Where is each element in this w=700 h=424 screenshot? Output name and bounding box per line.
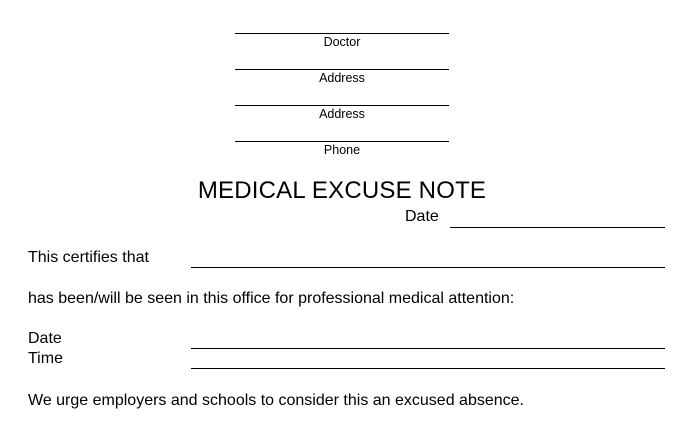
closing-text: We urge employers and schools to conside… [28, 392, 524, 409]
date-line [450, 227, 665, 228]
phone-label: Phone [323, 143, 361, 157]
certifies-label: This certifies that [28, 249, 149, 266]
address-line-1 [235, 69, 449, 70]
phone-line [235, 141, 449, 142]
date-label: Date [405, 208, 439, 225]
statement-text: has been/will be seen in this office for… [28, 290, 515, 307]
patient-name-line [191, 267, 665, 268]
address-line-2 [235, 105, 449, 106]
visit-date-line [191, 348, 665, 349]
visit-time-label: Time [28, 350, 63, 367]
address-label-1: Address [319, 71, 365, 85]
address-label-2: Address [319, 107, 365, 121]
doctor-label: Doctor [323, 35, 361, 49]
visit-date-label: Date [28, 330, 62, 347]
doctor-line [235, 33, 449, 34]
page-title: MEDICAL EXCUSE NOTE [197, 177, 487, 204]
visit-time-line [191, 368, 665, 369]
